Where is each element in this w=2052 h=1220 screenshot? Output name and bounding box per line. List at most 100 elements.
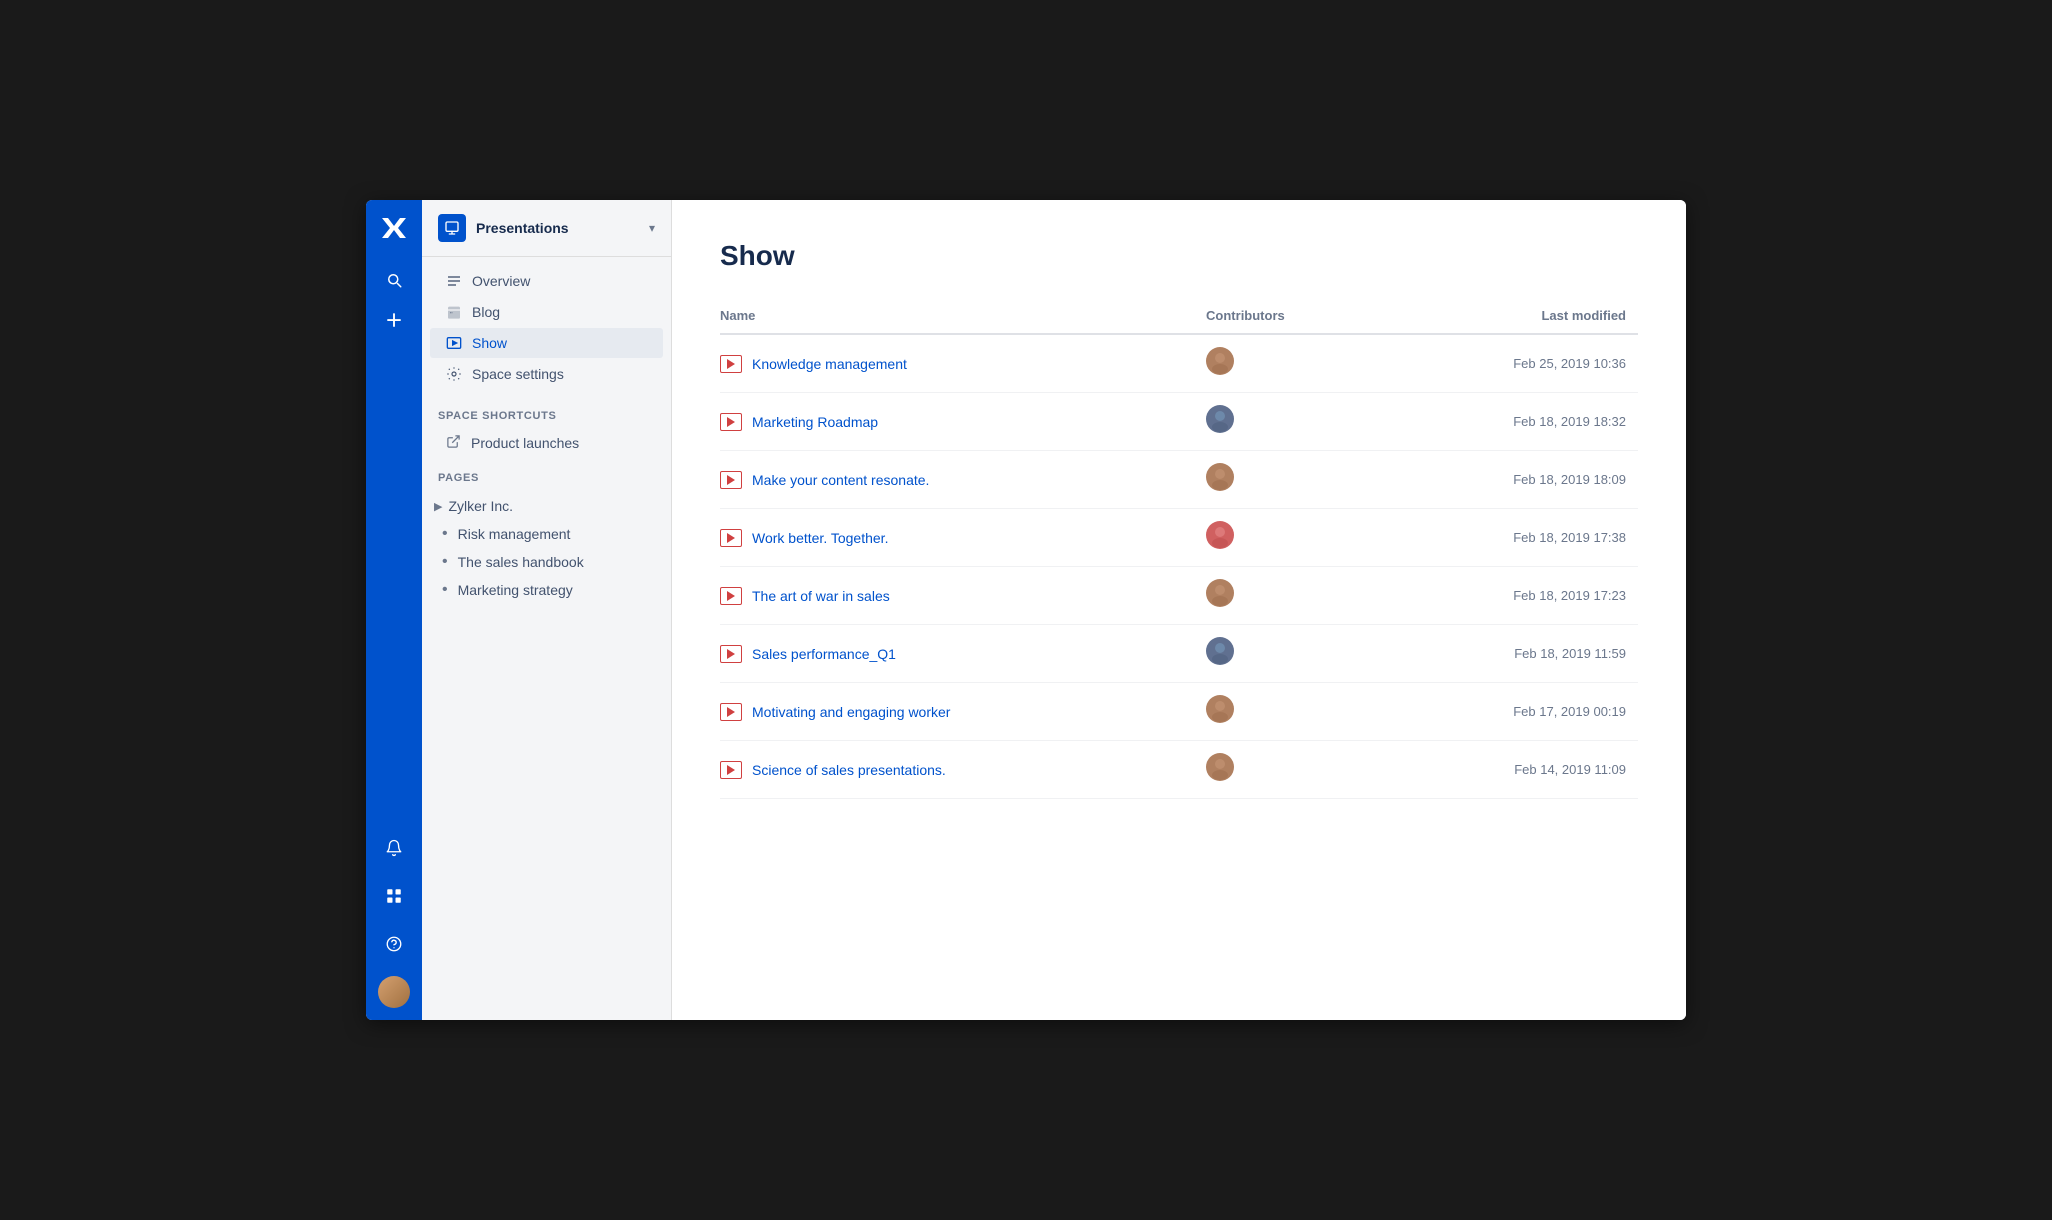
name-cell: Science of sales presentations. (720, 761, 1194, 779)
name-cell: Make your content resonate. (720, 471, 1194, 489)
play-triangle (727, 417, 735, 427)
name-cell: Marketing Roadmap (720, 413, 1194, 431)
file-link[interactable]: Knowledge management (752, 356, 907, 372)
overview-label: Overview (472, 273, 530, 289)
contributors-cell (1206, 393, 1388, 451)
page-zylker-label: Zylker Inc. (448, 498, 513, 514)
date-cell: Feb 18, 2019 11:59 (1388, 625, 1638, 683)
show-label: Show (472, 335, 507, 351)
shortcuts-section-label: SPACE SHORTCUTS (422, 398, 671, 426)
file-link[interactable]: Marketing Roadmap (752, 414, 878, 430)
play-triangle (727, 649, 735, 659)
file-link[interactable]: The art of war in sales (752, 588, 890, 604)
avatar[interactable] (1206, 463, 1234, 491)
apps-icon[interactable] (378, 880, 410, 912)
notifications-icon[interactable] (378, 832, 410, 864)
page-title: Show (720, 240, 1638, 272)
search-icon[interactable] (378, 264, 410, 296)
contributors-cell (1206, 451, 1388, 509)
contributors-cell (1206, 567, 1388, 625)
date-cell: Feb 18, 2019 17:38 (1388, 509, 1638, 567)
page-marketing-label: Marketing strategy (458, 582, 573, 598)
contributors-cell (1206, 625, 1388, 683)
col-modified: Last modified (1388, 300, 1638, 334)
table-row: Science of sales presentations. Feb 14, … (720, 741, 1638, 799)
shortcut-label: Product launches (471, 435, 579, 451)
pages-section-label: PAGES (422, 460, 671, 488)
bullet-icon: • (442, 526, 448, 542)
overview-icon (446, 273, 462, 289)
file-link[interactable]: Science of sales presentations. (752, 762, 946, 778)
contributors-cell (1206, 683, 1388, 741)
help-icon[interactable] (378, 928, 410, 960)
page-risk-label: Risk management (458, 526, 571, 542)
avatar[interactable] (1206, 521, 1234, 549)
date-cell: Feb 18, 2019 18:09 (1388, 451, 1638, 509)
app-logo[interactable] (378, 212, 410, 244)
file-link[interactable]: Sales performance_Q1 (752, 646, 896, 662)
main-content: Show Name Contributors Last modified Kno… (672, 200, 1686, 1020)
space-icon (438, 214, 466, 242)
name-cell: The art of war in sales (720, 587, 1194, 605)
bullet-icon: • (442, 554, 448, 570)
avatar[interactable] (1206, 579, 1234, 607)
page-sales-label: The sales handbook (458, 554, 584, 570)
name-cell: Work better. Together. (720, 529, 1194, 547)
file-icon (720, 645, 742, 663)
user-avatar[interactable] (378, 976, 410, 1008)
file-link[interactable]: Work better. Together. (752, 530, 888, 546)
page-item-zylker[interactable]: ▶ Zylker Inc. (422, 492, 671, 520)
sidebar-chevron-icon: ▾ (649, 221, 655, 235)
avatar[interactable] (1206, 695, 1234, 723)
blog-icon: " (446, 304, 462, 320)
table-row: Marketing Roadmap Feb 18, 2019 18:32 (720, 393, 1638, 451)
sidebar-item-settings[interactable]: Space settings (430, 359, 663, 389)
sidebar-item-show[interactable]: Show (430, 328, 663, 358)
name-cell: Motivating and engaging worker (720, 703, 1194, 721)
settings-icon (446, 366, 462, 382)
page-item-marketing[interactable]: • Marketing strategy (422, 576, 671, 604)
date-cell: Feb 18, 2019 18:32 (1388, 393, 1638, 451)
file-icon (720, 703, 742, 721)
pages-section: ▶ Zylker Inc. • Risk management • The sa… (422, 488, 671, 608)
name-cell: Knowledge management (720, 355, 1194, 373)
table-row: Work better. Together. Feb 18, 2019 17:3… (720, 509, 1638, 567)
file-link[interactable]: Motivating and engaging worker (752, 704, 950, 720)
page-item-risk[interactable]: • Risk management (422, 520, 671, 548)
col-contributors: Contributors (1206, 300, 1388, 334)
sidebar-item-blog[interactable]: " Blog (430, 297, 663, 327)
space-name: Presentations (476, 220, 649, 236)
bullet-icon: • (442, 582, 448, 598)
file-icon (720, 587, 742, 605)
play-triangle (727, 765, 735, 775)
file-link[interactable]: Make your content resonate. (752, 472, 929, 488)
file-icon (720, 413, 742, 431)
contributors-cell (1206, 509, 1388, 567)
date-cell: Feb 17, 2019 00:19 (1388, 683, 1638, 741)
file-icon (720, 761, 742, 779)
nav-bar (366, 200, 422, 1020)
avatar[interactable] (1206, 637, 1234, 665)
file-icon (720, 355, 742, 373)
settings-label: Space settings (472, 366, 564, 382)
avatar[interactable] (1206, 753, 1234, 781)
play-triangle (727, 591, 735, 601)
name-cell: Sales performance_Q1 (720, 645, 1194, 663)
table-row: Make your content resonate. Feb 18, 2019… (720, 451, 1638, 509)
contributors-cell (1206, 741, 1388, 799)
add-icon[interactable] (378, 304, 410, 336)
file-icon (720, 529, 742, 547)
sidebar-header[interactable]: Presentations ▾ (422, 200, 671, 257)
sidebar-item-overview[interactable]: Overview (430, 266, 663, 296)
svg-text:": " (450, 311, 453, 318)
play-triangle (727, 533, 735, 543)
shortcut-product-launches[interactable]: Product launches (430, 427, 663, 459)
play-triangle (727, 475, 735, 485)
play-triangle (727, 707, 735, 717)
avatar[interactable] (1206, 347, 1234, 375)
avatar[interactable] (1206, 405, 1234, 433)
page-item-sales-handbook[interactable]: • The sales handbook (422, 548, 671, 576)
table-row: Knowledge management Feb 25, 2019 10:36 (720, 334, 1638, 393)
table-row: Sales performance_Q1 Feb 18, 2019 11:59 (720, 625, 1638, 683)
table-row: Motivating and engaging worker Feb 17, 2… (720, 683, 1638, 741)
